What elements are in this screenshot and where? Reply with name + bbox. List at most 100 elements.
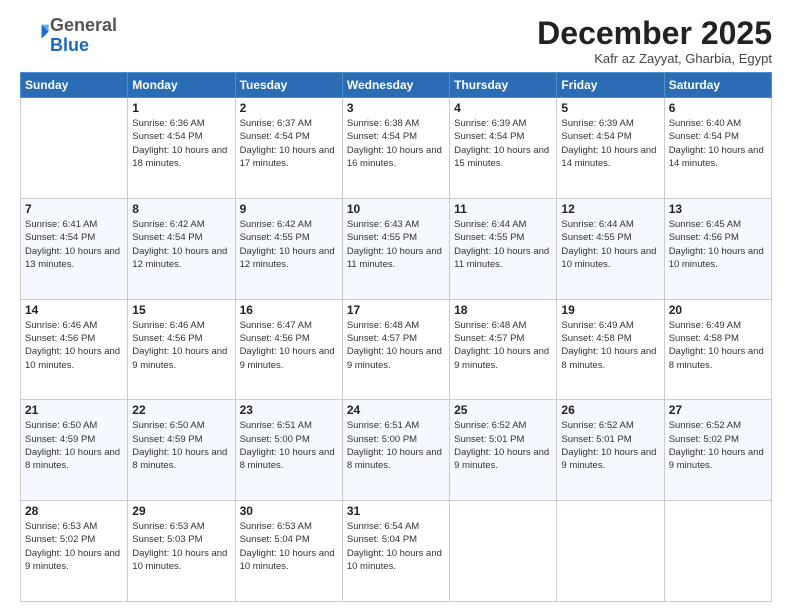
- day-info: Sunrise: 6:49 AM Sunset: 4:58 PM Dayligh…: [561, 319, 659, 372]
- day-number: 7: [25, 202, 123, 216]
- col-thursday: Thursday: [450, 73, 557, 98]
- day-info: Sunrise: 6:37 AM Sunset: 4:54 PM Dayligh…: [240, 117, 338, 170]
- location-subtitle: Kafr az Zayyat, Gharbia, Egypt: [537, 51, 772, 66]
- day-info: Sunrise: 6:38 AM Sunset: 4:54 PM Dayligh…: [347, 117, 445, 170]
- day-number: 8: [132, 202, 230, 216]
- col-wednesday: Wednesday: [342, 73, 449, 98]
- logo: General Blue: [20, 16, 117, 56]
- day-info: Sunrise: 6:53 AM Sunset: 5:02 PM Dayligh…: [25, 520, 123, 573]
- day-info: Sunrise: 6:50 AM Sunset: 4:59 PM Dayligh…: [25, 419, 123, 472]
- day-info: Sunrise: 6:51 AM Sunset: 5:00 PM Dayligh…: [240, 419, 338, 472]
- calendar-week-4: 21 Sunrise: 6:50 AM Sunset: 4:59 PM Dayli…: [21, 400, 772, 501]
- day-number: 4: [454, 101, 552, 115]
- day-number: 18: [454, 303, 552, 317]
- day-number: 21: [25, 403, 123, 417]
- day-info: Sunrise: 6:45 AM Sunset: 4:56 PM Dayligh…: [669, 218, 767, 271]
- day-number: 1: [132, 101, 230, 115]
- day-number: 5: [561, 101, 659, 115]
- calendar-cell: 2 Sunrise: 6:37 AM Sunset: 4:54 PM Daylig…: [235, 98, 342, 199]
- calendar-cell: 18 Sunrise: 6:48 AM Sunset: 4:57 PM Dayli…: [450, 299, 557, 400]
- day-number: 16: [240, 303, 338, 317]
- day-info: Sunrise: 6:44 AM Sunset: 4:55 PM Dayligh…: [561, 218, 659, 271]
- logo-blue: Blue: [50, 35, 89, 55]
- day-number: 2: [240, 101, 338, 115]
- calendar-cell: 29 Sunrise: 6:53 AM Sunset: 5:03 PM Dayli…: [128, 501, 235, 602]
- calendar-cell: 14 Sunrise: 6:46 AM Sunset: 4:56 PM Dayli…: [21, 299, 128, 400]
- day-info: Sunrise: 6:53 AM Sunset: 5:03 PM Dayligh…: [132, 520, 230, 573]
- calendar-cell: 22Sunrise: 6:50 AM Sunset: 4:59 PM Dayli…: [128, 400, 235, 501]
- calendar-cell: 6 Sunrise: 6:40 AM Sunset: 4:54 PM Daylig…: [664, 98, 771, 199]
- calendar-cell: 5Sunrise: 6:39 AM Sunset: 4:54 PM Daylig…: [557, 98, 664, 199]
- calendar-header-row: Sunday Monday Tuesday Wednesday Thursday…: [21, 73, 772, 98]
- calendar-week-5: 28 Sunrise: 6:53 AM Sunset: 5:02 PM Dayli…: [21, 501, 772, 602]
- calendar-cell: 19Sunrise: 6:49 AM Sunset: 4:58 PM Dayli…: [557, 299, 664, 400]
- calendar-cell: 26Sunrise: 6:52 AM Sunset: 5:01 PM Dayli…: [557, 400, 664, 501]
- col-tuesday: Tuesday: [235, 73, 342, 98]
- day-info: Sunrise: 6:40 AM Sunset: 4:54 PM Dayligh…: [669, 117, 767, 170]
- day-info: Sunrise: 6:52 AM Sunset: 5:02 PM Dayligh…: [669, 419, 767, 472]
- calendar-cell: 10Sunrise: 6:43 AM Sunset: 4:55 PM Dayli…: [342, 198, 449, 299]
- day-number: 22: [132, 403, 230, 417]
- calendar-cell: [664, 501, 771, 602]
- col-friday: Friday: [557, 73, 664, 98]
- calendar-cell: 12Sunrise: 6:44 AM Sunset: 4:55 PM Dayli…: [557, 198, 664, 299]
- header: General Blue December 2025 Kafr az Zayya…: [20, 16, 772, 66]
- col-saturday: Saturday: [664, 73, 771, 98]
- logo-general: General: [50, 15, 117, 35]
- calendar-cell: 30Sunrise: 6:53 AM Sunset: 5:04 PM Dayli…: [235, 501, 342, 602]
- day-info: Sunrise: 6:42 AM Sunset: 4:55 PM Dayligh…: [240, 218, 338, 271]
- day-number: 24: [347, 403, 445, 417]
- calendar-cell: 17 Sunrise: 6:48 AM Sunset: 4:57 PM Dayli…: [342, 299, 449, 400]
- calendar-cell: 13 Sunrise: 6:45 AM Sunset: 4:56 PM Dayli…: [664, 198, 771, 299]
- calendar-cell: 1 Sunrise: 6:36 AM Sunset: 4:54 PM Daylig…: [128, 98, 235, 199]
- day-number: 29: [132, 504, 230, 518]
- day-number: 17: [347, 303, 445, 317]
- day-info: Sunrise: 6:47 AM Sunset: 4:56 PM Dayligh…: [240, 319, 338, 372]
- day-number: 26: [561, 403, 659, 417]
- day-info: Sunrise: 6:48 AM Sunset: 4:57 PM Dayligh…: [454, 319, 552, 372]
- calendar-cell: 20 Sunrise: 6:49 AM Sunset: 4:58 PM Dayli…: [664, 299, 771, 400]
- calendar-cell: 27 Sunrise: 6:52 AM Sunset: 5:02 PM Dayli…: [664, 400, 771, 501]
- page: General Blue December 2025 Kafr az Zayya…: [0, 0, 792, 612]
- day-info: Sunrise: 6:39 AM Sunset: 4:54 PM Dayligh…: [454, 117, 552, 170]
- calendar-cell: 21 Sunrise: 6:50 AM Sunset: 4:59 PM Dayli…: [21, 400, 128, 501]
- month-title: December 2025: [537, 16, 772, 51]
- calendar-week-2: 7Sunrise: 6:41 AM Sunset: 4:54 PM Daylig…: [21, 198, 772, 299]
- calendar-table: Sunday Monday Tuesday Wednesday Thursday…: [20, 72, 772, 602]
- day-number: 13: [669, 202, 767, 216]
- calendar-cell: 16 Sunrise: 6:47 AM Sunset: 4:56 PM Dayli…: [235, 299, 342, 400]
- calendar-cell: 31 Sunrise: 6:54 AM Sunset: 5:04 PM Dayli…: [342, 501, 449, 602]
- calendar-cell: [21, 98, 128, 199]
- day-info: Sunrise: 6:36 AM Sunset: 4:54 PM Dayligh…: [132, 117, 230, 170]
- day-number: 23: [240, 403, 338, 417]
- calendar-cell: 15Sunrise: 6:46 AM Sunset: 4:56 PM Dayli…: [128, 299, 235, 400]
- calendar-cell: [557, 501, 664, 602]
- logo-text: General Blue: [50, 16, 117, 56]
- day-info: Sunrise: 6:54 AM Sunset: 5:04 PM Dayligh…: [347, 520, 445, 573]
- day-number: 20: [669, 303, 767, 317]
- day-info: Sunrise: 6:48 AM Sunset: 4:57 PM Dayligh…: [347, 319, 445, 372]
- calendar-cell: 8Sunrise: 6:42 AM Sunset: 4:54 PM Daylig…: [128, 198, 235, 299]
- calendar-cell: 11Sunrise: 6:44 AM Sunset: 4:55 PM Dayli…: [450, 198, 557, 299]
- day-number: 27: [669, 403, 767, 417]
- title-block: December 2025 Kafr az Zayyat, Gharbia, E…: [537, 16, 772, 66]
- day-info: Sunrise: 6:46 AM Sunset: 4:56 PM Dayligh…: [25, 319, 123, 372]
- day-number: 14: [25, 303, 123, 317]
- day-number: 25: [454, 403, 552, 417]
- calendar-cell: 3Sunrise: 6:38 AM Sunset: 4:54 PM Daylig…: [342, 98, 449, 199]
- day-info: Sunrise: 6:44 AM Sunset: 4:55 PM Dayligh…: [454, 218, 552, 271]
- calendar-week-3: 14 Sunrise: 6:46 AM Sunset: 4:56 PM Dayli…: [21, 299, 772, 400]
- day-info: Sunrise: 6:51 AM Sunset: 5:00 PM Dayligh…: [347, 419, 445, 472]
- day-number: 9: [240, 202, 338, 216]
- day-number: 30: [240, 504, 338, 518]
- day-number: 31: [347, 504, 445, 518]
- day-number: 15: [132, 303, 230, 317]
- day-number: 6: [669, 101, 767, 115]
- calendar-cell: 4 Sunrise: 6:39 AM Sunset: 4:54 PM Daylig…: [450, 98, 557, 199]
- calendar-cell: 23 Sunrise: 6:51 AM Sunset: 5:00 PM Dayli…: [235, 400, 342, 501]
- calendar-cell: 28 Sunrise: 6:53 AM Sunset: 5:02 PM Dayli…: [21, 501, 128, 602]
- day-info: Sunrise: 6:49 AM Sunset: 4:58 PM Dayligh…: [669, 319, 767, 372]
- calendar-cell: 9 Sunrise: 6:42 AM Sunset: 4:55 PM Daylig…: [235, 198, 342, 299]
- day-number: 28: [25, 504, 123, 518]
- logo-icon: [22, 19, 50, 47]
